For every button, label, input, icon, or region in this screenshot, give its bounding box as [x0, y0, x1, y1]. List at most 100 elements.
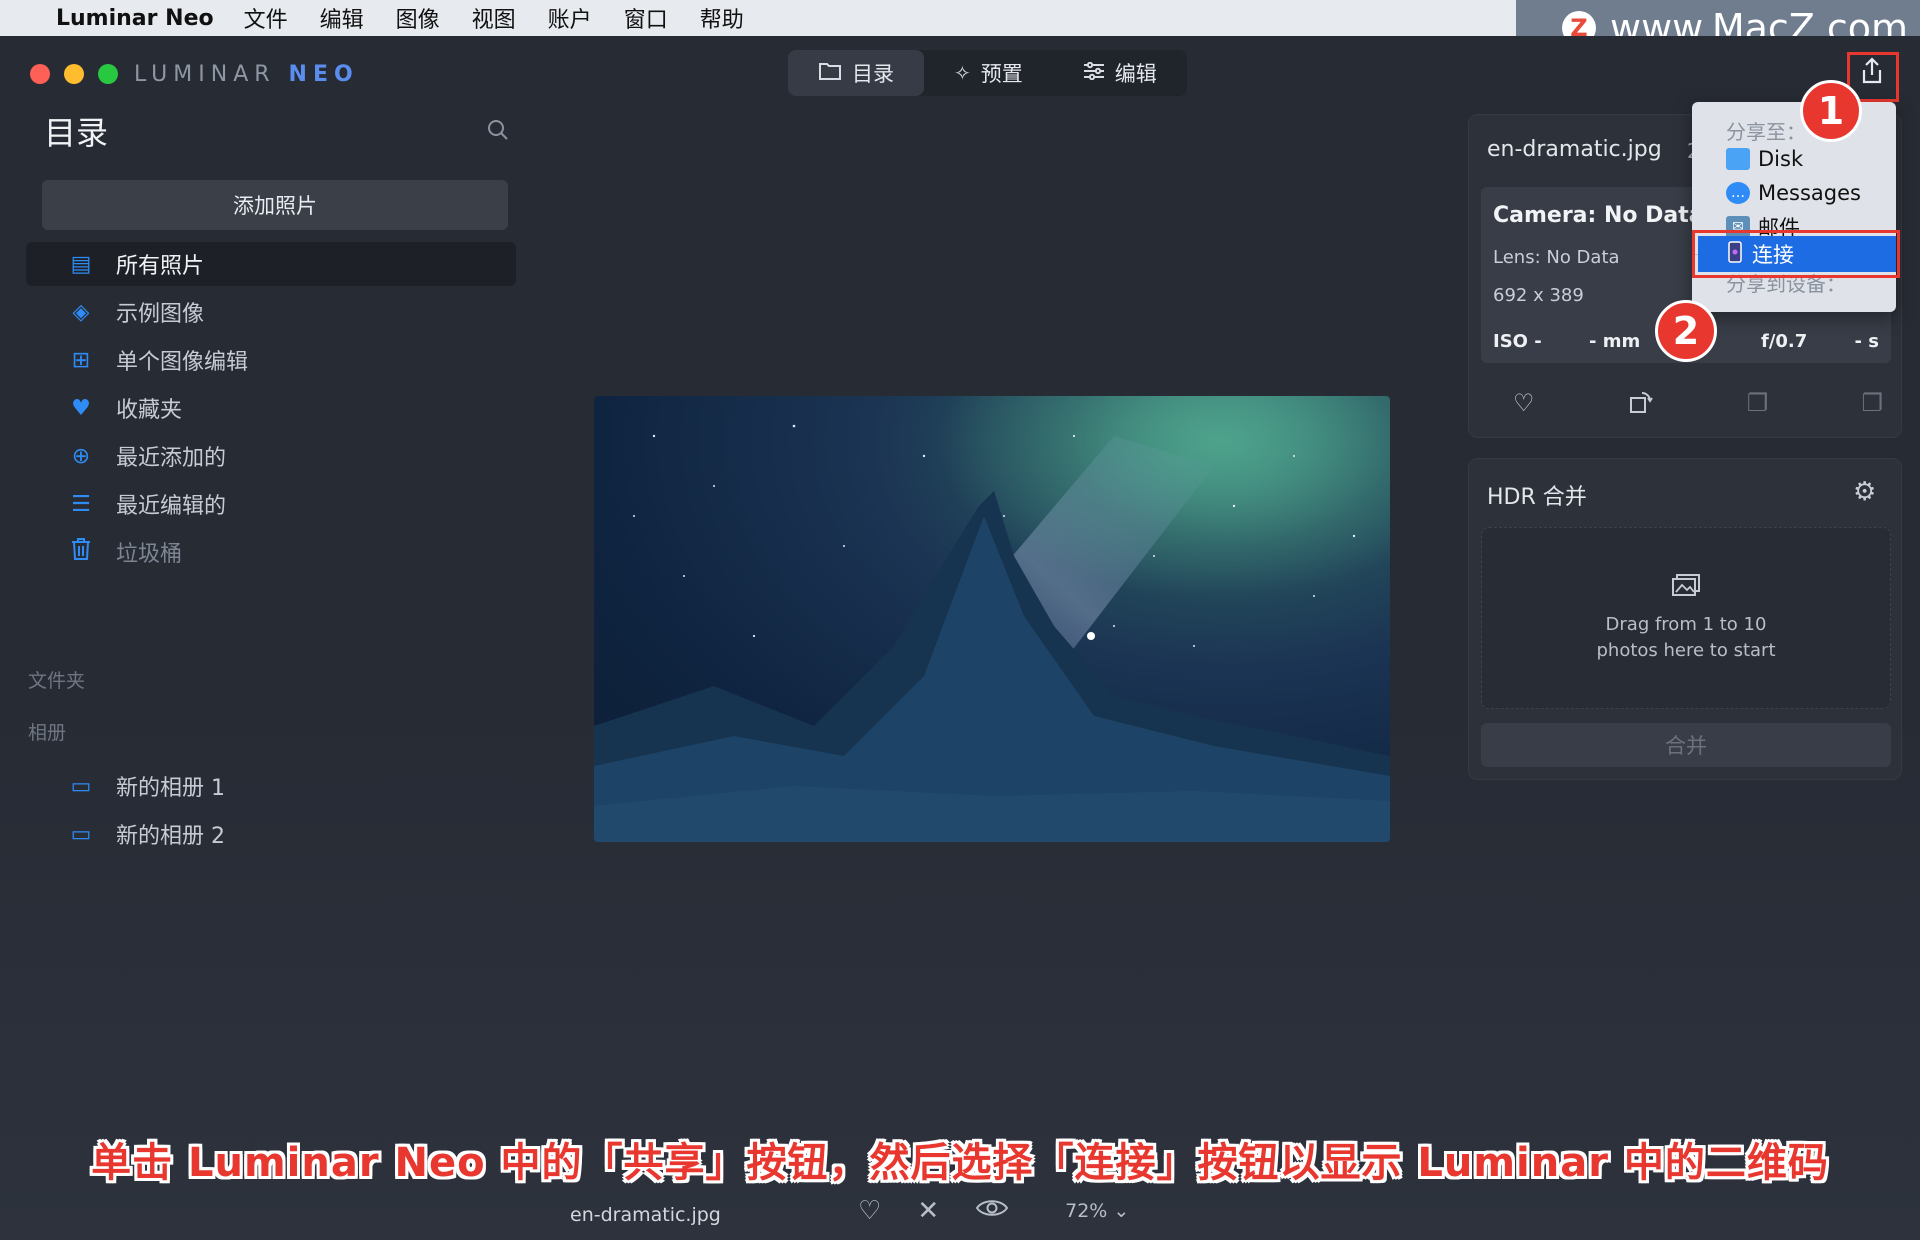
menu-app-name[interactable]: Luminar Neo — [56, 6, 214, 31]
drop-line-2: photos here to start — [1596, 639, 1776, 661]
tab-catalog-label: 目录 — [852, 62, 894, 86]
share-disk-label: Disk — [1758, 147, 1804, 171]
gear-icon[interactable]: ⚙ — [1853, 477, 1876, 507]
sidebar-item-album-1[interactable]: ▭ 新的相册 1 — [26, 764, 516, 808]
reject-icon[interactable]: ✕ — [917, 1196, 939, 1226]
tab-edit-label: 编辑 — [1114, 62, 1157, 86]
bottom-actions: ♡ ✕ 72% ⌄ — [858, 1196, 1129, 1226]
heart-icon: ♥ — [71, 395, 91, 421]
heart-icon[interactable]: ♡ — [1513, 389, 1535, 421]
exif-camera: Camera: No Data — [1493, 203, 1704, 228]
exif-dimensions: 692 x 389 — [1493, 285, 1584, 306]
tab-catalog[interactable]: 目录 — [788, 50, 924, 96]
copy-icon[interactable]: ❐ — [1861, 389, 1883, 421]
brand-suffix: NEO — [288, 62, 359, 87]
share-menu: 分享至： Disk … Messages ✉ 邮件 分享到设备： — [1692, 102, 1896, 312]
menu-view[interactable]: 视图 — [472, 2, 516, 34]
bottom-file-name: en-dramatic.jpg — [570, 1204, 721, 1226]
drop-line-1: Drag from 1 to 10 — [1605, 613, 1767, 635]
album-icon: ▭ — [70, 773, 92, 799]
window-controls — [30, 64, 118, 84]
folders-section-label[interactable]: 文件夹 — [28, 666, 85, 693]
sidebar-item-favorites[interactable]: ♥ 收藏夹 — [26, 386, 516, 430]
sidebar-item-trash[interactable]: 垃圾桶 — [26, 530, 516, 574]
sidebar-item-label: 垃圾桶 — [116, 542, 183, 567]
trash-icon — [64, 537, 98, 567]
compare-icon[interactable]: ❐ — [1747, 389, 1769, 421]
menu-help[interactable]: 帮助 — [700, 2, 744, 34]
hdr-title: HDR 合并 — [1487, 485, 1587, 510]
tab-edit[interactable]: 编辑 — [1053, 50, 1187, 96]
share-disk-item[interactable]: Disk — [1726, 144, 1803, 174]
exif-focal: - mm — [1588, 331, 1641, 352]
tab-presets-label: 预置 — [980, 62, 1023, 86]
annotation-badge-2: 2 — [1655, 300, 1717, 362]
heart-icon[interactable]: ♡ — [858, 1196, 881, 1226]
menu-file[interactable]: 文件 — [244, 2, 288, 34]
sidebar-item-single-edits[interactable]: ⊞ 单个图像编辑 — [26, 338, 516, 382]
share-messages-label: Messages — [1758, 181, 1861, 205]
sidebar-item-label: 示例图像 — [116, 302, 205, 327]
photo-preview[interactable] — [594, 396, 1390, 842]
sidebar-item-recently-added[interactable]: ⊕ 最近添加的 — [26, 434, 516, 478]
zoom-dropdown[interactable]: 72% ⌄ — [1065, 1200, 1129, 1222]
sidebar-title: 目录 — [44, 114, 109, 152]
sidebar-item-label: 所有照片 — [116, 254, 205, 279]
annotation-box-connect — [1692, 230, 1900, 278]
graduation-cap-icon: ◈ — [72, 299, 90, 325]
tab-presets[interactable]: ✧ 预置 — [924, 50, 1053, 96]
minimize-window-button[interactable] — [64, 64, 84, 84]
search-icon[interactable] — [486, 118, 510, 148]
sliders-icon — [1083, 61, 1105, 85]
sidebar-item-sample-images[interactable]: ◈ 示例图像 — [26, 290, 516, 334]
close-window-button[interactable] — [30, 64, 50, 84]
file-name: en-dramatic.jpg — [1487, 137, 1662, 162]
sidebar-item-label: 单个图像编辑 — [116, 350, 249, 375]
sidebar-item-label: 最近添加的 — [116, 446, 227, 471]
menu-window[interactable]: 窗口 — [624, 2, 668, 34]
photos-icon — [1671, 573, 1701, 602]
menu-account[interactable]: 账户 — [548, 2, 592, 34]
catalog-nav: ▤ 所有照片 ◈ 示例图像 ⊞ 单个图像编辑 ♥ 收藏夹 ⊕ 最近添加的 ☰ 最… — [26, 242, 516, 578]
exif-shutter: - s — [1854, 331, 1879, 352]
plus-circle-icon: ⊕ — [71, 443, 91, 469]
merge-button[interactable]: 合并 — [1481, 723, 1891, 767]
sidebar-item-label: 新的相册 2 — [116, 824, 225, 849]
sidebar-item-recently-edited[interactable]: ☰ 最近编辑的 — [26, 482, 516, 526]
app-logo: LUMINAR NEO — [134, 62, 359, 87]
sidebar-item-label: 新的相册 1 — [116, 776, 225, 801]
menu-image[interactable]: 图像 — [396, 2, 440, 34]
annotation-badge-1: 1 — [1800, 80, 1862, 142]
messages-icon: … — [1726, 182, 1750, 204]
share-messages-item[interactable]: … Messages — [1726, 178, 1861, 208]
folder-icon — [1726, 148, 1750, 170]
sidebar-item-label: 收藏夹 — [116, 398, 183, 423]
hdr-drop-zone[interactable]: Drag from 1 to 10 photos here to start — [1481, 527, 1891, 709]
album-list: ▭ 新的相册 1 ▭ 新的相册 2 — [26, 764, 516, 860]
sidebar-item-all-photos[interactable]: ▤ 所有照片 — [26, 242, 516, 286]
chevron-down-icon: ⌄ — [1113, 1200, 1130, 1222]
add-photos-button[interactable]: 添加照片 — [42, 180, 508, 230]
zoom-window-button[interactable] — [98, 64, 118, 84]
app-window: LUMINAR NEO 目录 ✧ 预置 编辑 目录 添加照片 ▤ 所有照片 ◈ … — [0, 36, 1920, 1240]
hdr-merge-panel: HDR 合并 ⚙ Drag from 1 to 10 photos here t… — [1468, 458, 1902, 780]
mode-switcher: 目录 ✧ 预置 编辑 — [788, 50, 1187, 96]
menu-edit[interactable]: 编辑 — [320, 2, 364, 34]
rotate-icon[interactable] — [1628, 389, 1654, 421]
sidebar-item-album-2[interactable]: ▭ 新的相册 2 — [26, 812, 516, 856]
exif-aperture: f/0.7 — [1760, 331, 1808, 352]
share-to-label: 分享至： — [1726, 120, 1806, 144]
sliders-icon: ☰ — [71, 491, 91, 517]
zoom-value: 72% — [1065, 1200, 1108, 1222]
sparkle-icon: ✧ — [954, 61, 971, 85]
album-icon: ▭ — [70, 821, 92, 847]
albums-section-label[interactable]: 相册 — [28, 718, 66, 745]
eye-icon[interactable] — [975, 1196, 1009, 1226]
exif-iso: ISO - — [1493, 331, 1542, 352]
exif-lens: Lens: No Data — [1493, 247, 1620, 268]
stack-icon: ▤ — [70, 251, 92, 277]
tutorial-caption: 单击 Luminar Neo 中的「共享」按钮，然后选择「连接」按钮以显示 Lu… — [91, 1140, 1829, 1186]
info-actions: ♡ ❐ ❐ — [1513, 389, 1883, 421]
brand-name: LUMINAR — [134, 62, 276, 87]
sidebar-item-label: 最近编辑的 — [116, 494, 227, 519]
